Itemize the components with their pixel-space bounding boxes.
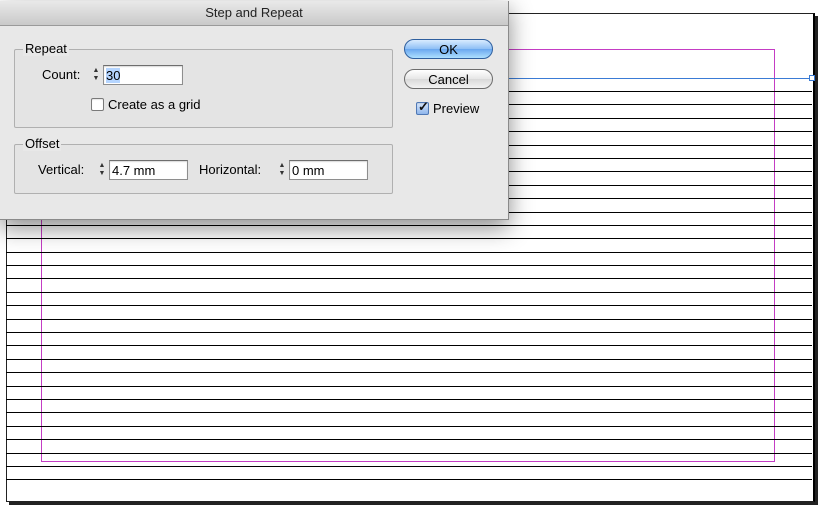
horizontal-offset-input[interactable]: 0 mm (289, 160, 368, 180)
ruled-line[interactable] (6, 332, 812, 333)
ruled-line[interactable] (6, 278, 812, 279)
create-grid-label: Create as a grid (108, 97, 201, 112)
ruled-line[interactable] (6, 412, 812, 413)
vertical-label: Vertical: (38, 162, 85, 177)
ruled-line[interactable] (6, 439, 812, 440)
vertical-stepper-icon[interactable]: ▲ ▼ (96, 160, 108, 180)
ruled-line[interactable] (6, 305, 812, 306)
ruled-line[interactable] (6, 399, 812, 400)
checkmark-icon: ✓ (418, 99, 429, 114)
ruled-line[interactable] (6, 359, 812, 360)
ruled-line[interactable] (6, 265, 812, 266)
ruled-line[interactable] (6, 386, 812, 387)
ruled-line[interactable] (6, 225, 812, 226)
cancel-button[interactable]: Cancel (404, 69, 493, 89)
count-stepper-icon[interactable]: ▲ ▼ (90, 65, 102, 85)
ruled-line[interactable] (6, 372, 812, 373)
ruled-line[interactable] (6, 252, 812, 253)
ruled-line[interactable] (6, 345, 812, 346)
selection-handle-icon[interactable] (809, 75, 815, 81)
vertical-offset-input[interactable]: 4.7 mm (109, 160, 188, 180)
horizontal-stepper-icon[interactable]: ▲ ▼ (276, 160, 288, 180)
count-input[interactable]: 30 (103, 65, 183, 85)
horizontal-label: Horizontal: (199, 162, 262, 177)
repeat-legend: Repeat (23, 41, 69, 56)
ruled-line[interactable] (6, 319, 812, 320)
repeat-group: Repeat (14, 42, 393, 128)
ok-button[interactable]: OK (404, 39, 493, 59)
ruled-line[interactable] (6, 238, 812, 239)
preview-checkbox[interactable]: ✓ (416, 99, 429, 115)
preview-label: Preview (433, 101, 480, 116)
count-label: Count: (42, 67, 81, 82)
ruled-line[interactable] (6, 479, 812, 480)
ruled-line[interactable] (6, 466, 812, 467)
offset-legend: Offset (23, 136, 62, 151)
step-and-repeat-dialog: Step and Repeat Repeat Count: ▲ ▼ 30 Crea… (0, 1, 509, 220)
ruled-line[interactable] (6, 426, 812, 427)
ruled-line[interactable] (6, 292, 812, 293)
create-grid-checkbox[interactable] (91, 98, 104, 111)
ruled-line[interactable] (6, 453, 812, 454)
dialog-title: Step and Repeat (0, 1, 508, 26)
selected-line[interactable] (508, 78, 812, 79)
